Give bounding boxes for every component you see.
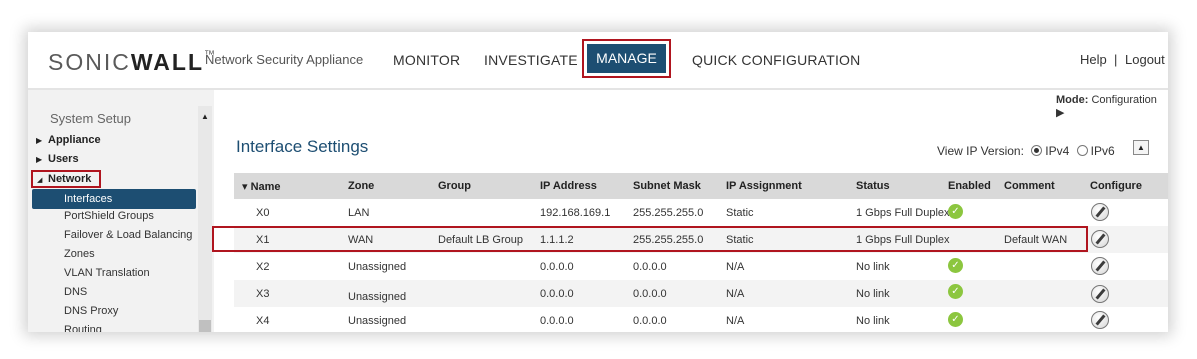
col-zone[interactable]: Zone	[348, 180, 374, 192]
cell-status: No link	[856, 315, 890, 327]
enabled-check-icon: ✓	[948, 284, 963, 299]
ip-version-selector: View IP Version: IPv4 IPv6	[937, 144, 1115, 158]
col-group[interactable]: Group	[438, 180, 471, 192]
cell-assignment: Static	[726, 207, 754, 219]
enabled-check-icon: ✓	[948, 312, 963, 327]
ipv4-label[interactable]: IPv4	[1045, 144, 1069, 158]
sidebar-item-vlan-translation[interactable]: VLAN Translation	[64, 267, 150, 279]
cell-name: X4	[256, 315, 270, 327]
col-name[interactable]: ▾ Name	[242, 180, 281, 193]
col-enabled[interactable]: Enabled	[948, 180, 991, 192]
cell-mask: 0.0.0.0	[633, 315, 667, 327]
sidebar-item-dns-proxy[interactable]: DNS Proxy	[64, 305, 118, 317]
row-x1-highlight	[212, 226, 1088, 252]
cell-zone: Unassigned	[348, 315, 407, 327]
mode-indicator[interactable]: Mode: Configuration ▶	[1056, 94, 1168, 119]
nav-monitor[interactable]: MONITOR	[393, 52, 460, 68]
col-ip-address[interactable]: IP Address	[540, 180, 597, 192]
cell-ip: 0.0.0.0	[540, 288, 574, 300]
nav-quick-configuration[interactable]: QUICK CONFIGURATION	[692, 52, 860, 68]
nav-manage[interactable]: MANAGE	[587, 44, 666, 73]
scrollbar-thumb[interactable]	[199, 320, 211, 332]
header-separator: |	[1114, 52, 1118, 67]
main-panel: Mode: Configuration ▶ Interface Settings…	[214, 90, 1168, 332]
sidebar-network-highlight: ◢ Network	[31, 170, 101, 188]
cell-ip: 192.168.169.1	[540, 207, 611, 219]
cell-assignment: N/A	[726, 288, 745, 300]
collapse-panel-icon[interactable]: ▲	[1133, 140, 1149, 155]
cell-name: X2	[256, 261, 270, 273]
sidebar-item-interfaces[interactable]: Interfaces	[32, 189, 196, 209]
configure-pencil-icon[interactable]	[1091, 230, 1109, 248]
sonicwall-logo: SONICWALL™	[48, 49, 217, 75]
sidebar-item-zones[interactable]: Zones	[64, 248, 95, 260]
cell-assignment: N/A	[726, 261, 745, 273]
help-link[interactable]: Help	[1080, 52, 1107, 67]
cell-name: X0	[256, 207, 270, 219]
table-row[interactable]: X3 Unassigned 0.0.0.0 0.0.0.0 N/A No lin…	[234, 280, 1168, 307]
sidebar-group-appliance[interactable]: ▶ Appliance	[36, 134, 101, 146]
cell-zone: Unassigned	[348, 261, 407, 273]
cell-zone: Unassigned	[348, 291, 407, 303]
col-comment[interactable]: Comment	[1004, 180, 1055, 192]
collapse-arrow-icon: ◢	[37, 177, 43, 184]
col-subnet-mask[interactable]: Subnet Mask	[633, 180, 701, 192]
cell-status: 1 Gbps Full Duplex	[856, 207, 950, 219]
enabled-check-icon: ✓	[948, 258, 963, 273]
configure-pencil-icon[interactable]	[1091, 203, 1109, 221]
nav-investigate[interactable]: INVESTIGATE	[484, 52, 578, 68]
cell-zone: LAN	[348, 207, 370, 219]
table-row[interactable]: X2 Unassigned 0.0.0.0 0.0.0.0 N/A No lin…	[234, 253, 1168, 280]
expand-arrow-icon: ▶	[36, 136, 43, 145]
sidebar-item-dns[interactable]: DNS	[64, 286, 87, 298]
nav-manage-highlight: MANAGE	[582, 39, 671, 78]
cell-mask: 255.255.255.0	[633, 207, 704, 219]
sidebar-item-routing[interactable]: Routing	[64, 324, 102, 332]
configure-pencil-icon[interactable]	[1091, 285, 1109, 303]
sidebar-item-portshield-groups[interactable]: PortShield Groups	[64, 210, 154, 222]
cell-mask: 0.0.0.0	[633, 261, 667, 273]
logout-link[interactable]: Logout	[1125, 52, 1165, 67]
ipv6-label[interactable]: IPv6	[1091, 144, 1115, 158]
cell-mask: 0.0.0.0	[633, 288, 667, 300]
sidebar-group-network[interactable]: ◢ Network	[37, 173, 91, 185]
col-configure[interactable]: Configure	[1090, 180, 1142, 192]
top-header: SONICWALL™ Network Security Appliance MO…	[28, 32, 1168, 88]
scroll-up-icon[interactable]: ▲	[198, 110, 212, 124]
col-ip-assignment[interactable]: IP Assignment	[726, 180, 802, 192]
cell-ip: 0.0.0.0	[540, 261, 574, 273]
cell-ip: 0.0.0.0	[540, 315, 574, 327]
cell-status: No link	[856, 288, 890, 300]
table-row[interactable]: X4 Unassigned 0.0.0.0 0.0.0.0 N/A No lin…	[234, 307, 1168, 332]
product-name: Network Security Appliance	[205, 52, 364, 67]
sidebar-scrollbar[interactable]: ▲	[198, 106, 212, 332]
ipv6-radio[interactable]	[1076, 145, 1088, 156]
enabled-check-icon: ✓	[948, 204, 963, 219]
table-row[interactable]: X0 LAN 192.168.169.1 255.255.255.0 Stati…	[234, 199, 1168, 226]
configure-pencil-icon[interactable]	[1091, 257, 1109, 275]
sidebar-group-users[interactable]: ▶ Users	[36, 153, 79, 165]
app-window: SONICWALL™ Network Security Appliance MO…	[28, 32, 1168, 332]
configure-pencil-icon[interactable]	[1091, 311, 1109, 329]
page-title: Interface Settings	[236, 137, 369, 156]
cell-status: No link	[856, 261, 890, 273]
sidebar-title: System Setup	[50, 111, 131, 126]
ipv4-radio[interactable]	[1031, 145, 1043, 156]
expand-arrow-icon: ▶	[36, 155, 43, 164]
cell-name: X3	[256, 288, 270, 300]
cell-assignment: N/A	[726, 315, 745, 327]
sidebar-item-failover-load-balancing[interactable]: Failover & Load Balancing	[64, 229, 192, 241]
col-status[interactable]: Status	[856, 180, 890, 192]
table-header: ▾ Name Zone Group IP Address Subnet Mask…	[234, 173, 1168, 199]
